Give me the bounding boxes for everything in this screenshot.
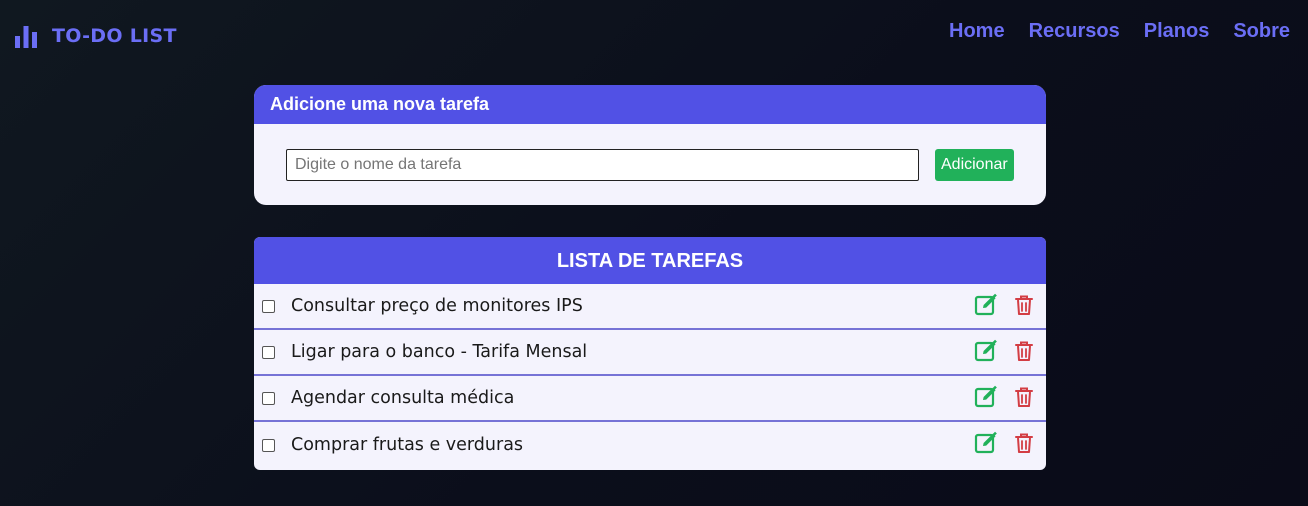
add-task-form: Adicionar	[286, 149, 1014, 181]
task-list-card: LISTA DE TAREFAS Consultar preço de moni…	[254, 237, 1046, 470]
nav-link-sobre[interactable]: Sobre	[1233, 20, 1290, 43]
task-actions	[974, 339, 1036, 363]
task-list-title: LISTA DE TAREFAS	[254, 237, 1046, 284]
task-item: Comprar frutas e verduras	[254, 422, 1046, 468]
task-checkbox[interactable]	[262, 299, 275, 313]
task-text: Ligar para o banco - Tarifa Mensal	[291, 342, 588, 362]
task-list: Consultar preço de monitores IPS Ligar p…	[254, 284, 1046, 468]
task-checkbox[interactable]	[262, 345, 275, 359]
edit-icon[interactable]	[974, 431, 998, 455]
trash-icon[interactable]	[1012, 339, 1036, 363]
task-actions	[974, 431, 1036, 455]
task-item: Ligar para o banco - Tarifa Mensal	[254, 330, 1046, 376]
task-checkbox[interactable]	[262, 438, 275, 452]
task-item: Consultar preço de monitores IPS	[254, 284, 1046, 330]
nav-link-planos[interactable]: Planos	[1144, 20, 1210, 43]
trash-icon[interactable]	[1012, 385, 1036, 409]
nav-link-recursos[interactable]: Recursos	[1029, 20, 1120, 43]
edit-icon[interactable]	[974, 385, 998, 409]
task-checkbox[interactable]	[262, 391, 275, 405]
task-actions	[974, 385, 1036, 409]
task-item: Agendar consulta médica	[254, 376, 1046, 422]
edit-icon[interactable]	[974, 293, 998, 317]
app-logo[interactable]: TO-DO LIST	[14, 22, 177, 50]
task-text: Consultar preço de monitores IPS	[291, 296, 583, 316]
main-nav: Home Recursos Planos Sobre	[949, 20, 1290, 43]
top-navbar: TO-DO LIST Home Recursos Planos Sobre	[0, 0, 1308, 70]
trash-icon[interactable]	[1012, 293, 1036, 317]
add-task-card: Adicione uma nova tarefa Adicionar	[254, 85, 1046, 205]
bar-chart-icon	[14, 24, 38, 48]
add-task-title: Adicione uma nova tarefa	[254, 85, 1046, 124]
task-name-input[interactable]	[286, 149, 919, 181]
trash-icon[interactable]	[1012, 431, 1036, 455]
add-task-button[interactable]: Adicionar	[935, 149, 1014, 181]
task-text: Agendar consulta médica	[291, 388, 515, 408]
edit-icon[interactable]	[974, 339, 998, 363]
app-title: TO-DO LIST	[52, 25, 177, 47]
nav-link-home[interactable]: Home	[949, 20, 1005, 43]
task-text: Comprar frutas e verduras	[291, 435, 524, 455]
task-actions	[974, 293, 1036, 317]
